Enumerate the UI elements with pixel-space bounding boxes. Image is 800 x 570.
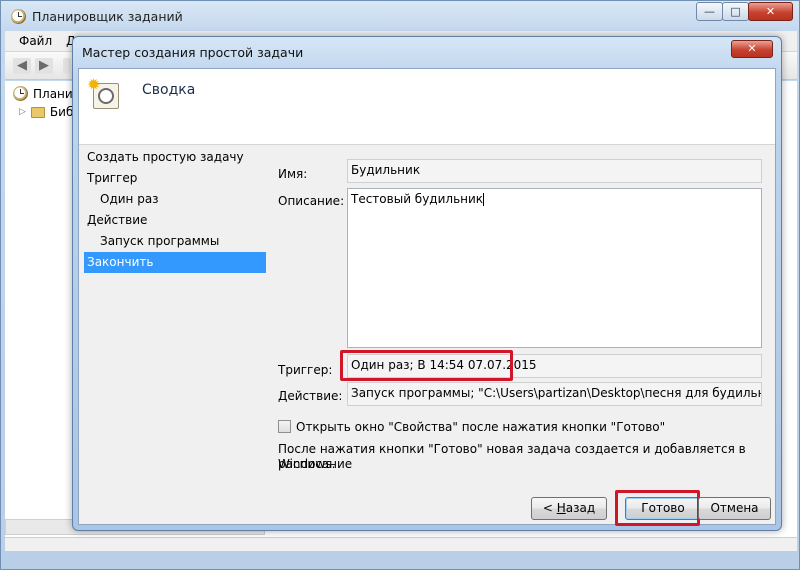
- back-button-prefix: <: [542, 501, 557, 515]
- step-action: Действие: [87, 213, 148, 227]
- dialog-title: Мастер создания простой задачи: [82, 45, 304, 60]
- step-finish: Закончить: [84, 252, 266, 273]
- action-label: Действие:: [278, 389, 343, 403]
- tree-item-root[interactable]: Планир: [13, 86, 80, 101]
- window-title-bar: Планировщик заданий: [11, 7, 183, 25]
- close-button[interactable]: ✕: [748, 2, 793, 21]
- description-label: Описание:: [278, 194, 345, 208]
- open-properties-label[interactable]: Открыть окно "Свойства" после нажатия кн…: [296, 420, 665, 434]
- page-title: Сводка: [142, 82, 196, 98]
- description-text: Тестовый будильник: [351, 192, 484, 206]
- finish-note-line2: Windows.: [278, 457, 336, 471]
- back-arrow-icon[interactable]: ◀: [13, 58, 31, 74]
- finish-button[interactable]: Готово: [625, 497, 701, 520]
- name-label: Имя:: [278, 167, 308, 181]
- dialog-body: ✹ Сводка Создать простую задачу Триггер …: [78, 68, 776, 526]
- name-field: Будильник: [347, 159, 762, 183]
- folder-icon: [30, 106, 45, 118]
- dialog-close-button[interactable]: ✕: [731, 40, 773, 58]
- tree-item-library[interactable]: ▷ Биб: [19, 105, 73, 119]
- clock-icon: [13, 86, 28, 101]
- tree-item-library-label: Биб: [49, 105, 74, 119]
- step-start-program: Запуск программы: [100, 234, 220, 248]
- create-basic-task-wizard: Мастер создания простой задачи ✕ ✹ Сводк…: [72, 36, 782, 531]
- finish-note-line1: После нажатия кнопки "Готово" новая зада…: [278, 442, 746, 471]
- step-trigger: Триггер: [87, 171, 138, 185]
- window-title: Планировщик заданий: [32, 8, 183, 24]
- window-controls: — □ ✕: [696, 2, 793, 21]
- trigger-field: Один раз; В 14:54 07.07.2015: [347, 354, 762, 378]
- description-field[interactable]: Тестовый будильник: [347, 188, 762, 348]
- task-clock-icon: ✹: [87, 77, 121, 109]
- back-button-accel: Н: [556, 501, 566, 515]
- step-create-task: Создать простую задачу: [87, 150, 244, 164]
- up-icon[interactable]: [63, 58, 71, 74]
- text-cursor: [483, 193, 485, 206]
- maximize-button[interactable]: □: [722, 2, 749, 21]
- trigger-label: Триггер:: [278, 363, 333, 377]
- back-button[interactable]: < Назад: [531, 497, 607, 520]
- step-once: Один раз: [100, 192, 159, 206]
- back-button-rest: азад: [565, 501, 596, 515]
- status-bar: [5, 537, 797, 551]
- expand-arrow-icon[interactable]: ▷: [19, 107, 26, 117]
- minimize-button[interactable]: —: [696, 2, 723, 21]
- forward-arrow-icon[interactable]: ▶: [35, 58, 53, 74]
- clock-icon: [11, 8, 26, 24]
- cancel-button[interactable]: Отмена: [698, 497, 771, 520]
- wizard-steps: Создать простую задачу Триггер Один раз …: [79, 147, 269, 273]
- action-field: Запуск программы; "C:\Users\partizan\Des…: [347, 382, 762, 406]
- open-properties-checkbox[interactable]: [278, 420, 291, 433]
- wizard-header: ✹ Сводка: [79, 69, 775, 145]
- menu-file[interactable]: Файл: [19, 34, 52, 48]
